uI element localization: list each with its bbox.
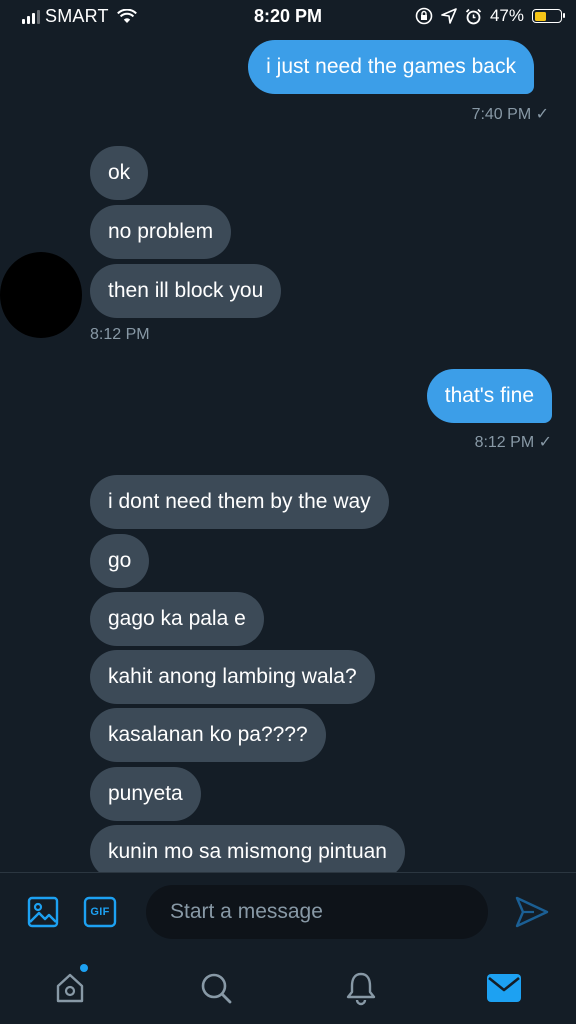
message-incoming[interactable]: no problem bbox=[90, 205, 232, 259]
gif-button[interactable]: GIF bbox=[82, 895, 118, 929]
battery-percent: 47% bbox=[489, 6, 524, 25]
message-incoming[interactable]: punyeta bbox=[90, 767, 201, 821]
message-timestamp: 8:12 PM ✓ bbox=[474, 434, 552, 451]
gif-label: GIF bbox=[90, 906, 110, 918]
message-incoming[interactable]: go bbox=[90, 534, 150, 588]
message-timestamp: 8:12 PM bbox=[90, 326, 150, 343]
message-input[interactable] bbox=[146, 885, 488, 939]
location-icon bbox=[441, 8, 457, 24]
messages-icon[interactable] bbox=[484, 968, 524, 1008]
search-icon[interactable] bbox=[196, 968, 236, 1008]
message-timestamp: 7:40 PM ✓ bbox=[471, 106, 549, 123]
contact-avatar[interactable] bbox=[0, 252, 82, 338]
message-composer: GIF bbox=[0, 872, 576, 951]
message-incoming[interactable]: gago ka pala e bbox=[90, 592, 264, 646]
orientation-lock-icon bbox=[415, 7, 433, 25]
message-incoming[interactable]: kahit anong lambing wala? bbox=[90, 650, 375, 704]
message-outgoing[interactable]: that's fine bbox=[426, 369, 552, 423]
message-incoming[interactable]: kasalanan ko pa???? bbox=[90, 708, 326, 762]
battery-fill bbox=[534, 11, 547, 21]
image-icon[interactable] bbox=[26, 895, 60, 929]
message-incoming[interactable]: i dont need them by the way bbox=[90, 475, 389, 529]
alarm-icon bbox=[465, 8, 482, 24]
notifications-icon[interactable] bbox=[341, 968, 381, 1008]
message-incoming[interactable]: then ill block you bbox=[90, 264, 282, 318]
message-incoming[interactable]: ok bbox=[90, 146, 149, 200]
bottom-nav bbox=[0, 950, 576, 1024]
home-icon[interactable] bbox=[50, 964, 90, 1008]
status-bar: SMART 8:20 PM 47% bbox=[0, 0, 576, 32]
message-outgoing[interactable]: i just need the games back bbox=[248, 40, 534, 94]
message-incoming[interactable]: kunin mo sa mismong pintuan bbox=[90, 825, 405, 879]
unread-dot bbox=[80, 964, 88, 972]
battery-icon bbox=[532, 9, 565, 23]
status-right: 47% bbox=[415, 6, 565, 26]
send-icon[interactable] bbox=[512, 893, 552, 931]
